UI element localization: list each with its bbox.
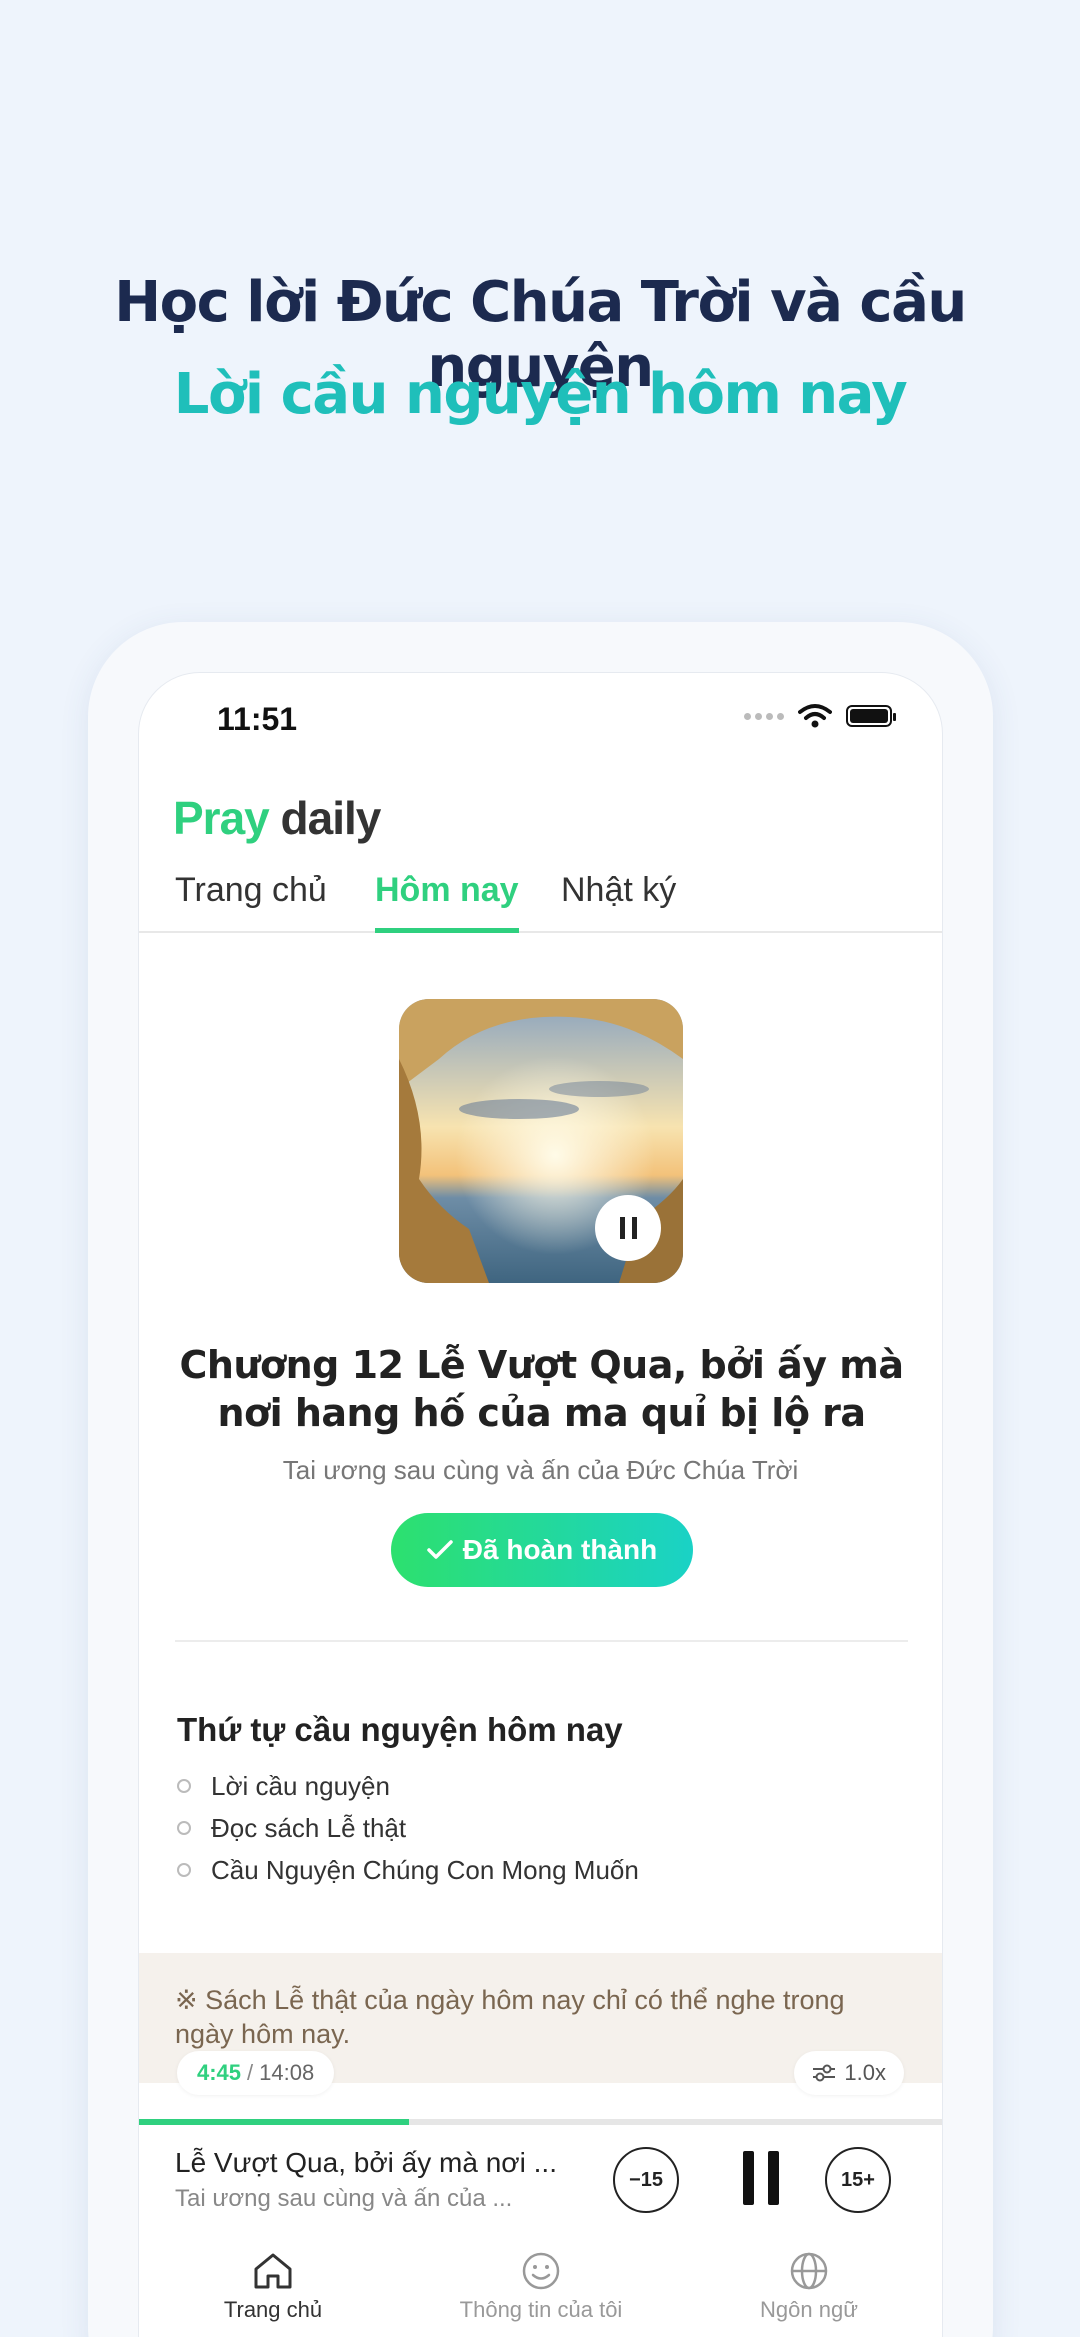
- notice-text: ※ Sách Lễ thật của ngày hôm nay chỉ có t…: [175, 1985, 845, 2049]
- chapter-subtitle: Tai ương sau cùng và ấn của Đức Chúa Trờ…: [282, 1455, 799, 1485]
- tab-active-indicator: [375, 928, 519, 933]
- signal-icon: [744, 712, 784, 720]
- rewind-label: −15: [629, 2168, 663, 2191]
- cover-pause-button[interactable]: [595, 1195, 661, 1261]
- time-separator: /: [247, 2060, 254, 2085]
- divider: [175, 1640, 908, 1642]
- prayer-order-item: Cầu Nguyện Chúng Con Mong Muốn: [177, 1849, 639, 1891]
- battery-icon: [846, 705, 896, 727]
- tab-journal-label: Nhật ký: [561, 871, 677, 909]
- prayer-order-item: Đọc sách Lễ thật: [177, 1807, 639, 1849]
- player-subtitle: Tai ương sau cùng và ấn của ...: [175, 2185, 513, 2212]
- time-display: 4:45 / 14:08: [177, 2051, 335, 2095]
- rewind-15-button[interactable]: −15: [613, 2147, 679, 2213]
- nav-language[interactable]: Ngôn ngữ: [709, 2251, 909, 2323]
- forward-label: 15+: [841, 2168, 875, 2191]
- completed-button[interactable]: Đã hoàn thành: [391, 1513, 693, 1587]
- app-logo: Pray daily: [173, 791, 382, 845]
- logo-pray: Pray: [173, 792, 270, 844]
- speed-button[interactable]: 1.0x: [794, 2051, 904, 2095]
- cover-image: [399, 999, 683, 1283]
- logo-daily: daily: [280, 792, 382, 844]
- wifi-icon: [798, 704, 832, 728]
- forward-15-button[interactable]: 15+: [825, 2147, 891, 2213]
- prayer-order-title: Thứ tự cầu nguyện hôm nay: [177, 1711, 623, 1748]
- smile-icon: [522, 2252, 560, 2290]
- tab-today[interactable]: Hôm nay: [375, 871, 519, 933]
- prayer-order-item: Lời cầu nguyện: [177, 1765, 639, 1807]
- status-bar: 11:51: [139, 673, 942, 763]
- check-icon: [427, 1540, 453, 1559]
- home-icon: [254, 2253, 292, 2289]
- player-title: Lễ Vượt Qua, bởi ấy mà nơi ...: [175, 2147, 555, 2178]
- nav-home[interactable]: Trang chủ: [173, 2251, 373, 2323]
- globe-icon: [790, 2252, 828, 2290]
- tab-home-label: Trang chủ: [175, 871, 327, 909]
- phone-screen: 11:51 Pray daily Trang chủ Hôm nay Nhật …: [138, 672, 943, 2337]
- nav-my-info[interactable]: Thông tin của tôi: [441, 2251, 641, 2323]
- nav-home-label: Trang chủ: [223, 2297, 323, 2322]
- promo-subheadline: Lời cầu nguyện hôm nay: [173, 362, 908, 427]
- pause-button[interactable]: [743, 2151, 779, 2205]
- completed-button-label: Đã hoàn thành: [462, 1534, 658, 1565]
- tab-today-label: Hôm nay: [375, 871, 519, 909]
- total-time: 14:08: [259, 2060, 315, 2085]
- mini-player: Lễ Vượt Qua, bởi ấy mà nơi ... Tai ương …: [139, 2125, 942, 2235]
- status-time: 11:51: [217, 701, 298, 737]
- tab-bar: Trang chủ Hôm nay Nhật ký: [139, 871, 942, 933]
- current-time: 4:45: [197, 2060, 242, 2085]
- tab-journal[interactable]: Nhật ký: [561, 871, 676, 931]
- tab-home[interactable]: Trang chủ: [175, 871, 327, 931]
- speed-label: 1.0x: [844, 2060, 886, 2085]
- nav-my-info-label: Thông tin của tôi: [459, 2297, 623, 2322]
- nav-language-label: Ngôn ngữ: [760, 2297, 858, 2322]
- chapter-title: Chương 12 Lễ Vượt Qua, bởi ấy mà nơi han…: [179, 1343, 904, 1435]
- bottom-nav: Trang chủ Thông tin của tôi Ngôn ngữ: [139, 2233, 942, 2337]
- prayer-order-list: Lời cầu nguyện Đọc sách Lễ thật Cầu Nguy…: [177, 1765, 639, 1891]
- sliders-icon: [813, 2064, 836, 2082]
- status-icons: [744, 703, 896, 729]
